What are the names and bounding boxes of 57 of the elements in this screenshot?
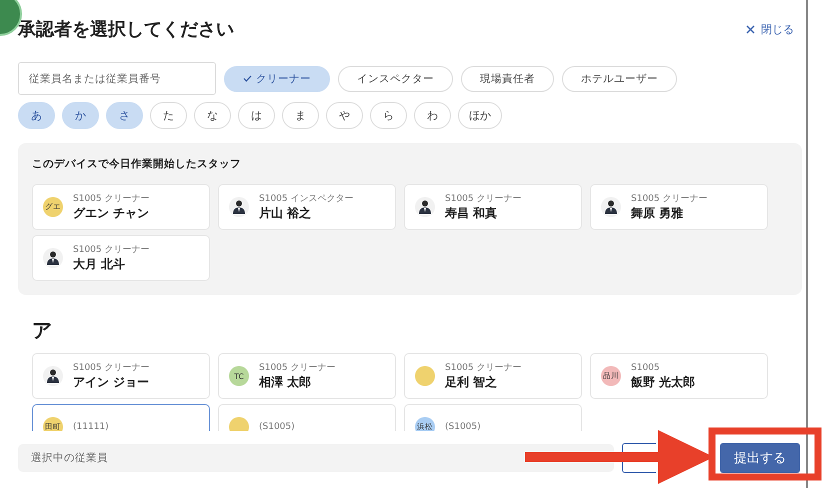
- dialog-title: 承認者を選択してください: [18, 18, 235, 41]
- kana-filter-button[interactable]: は: [238, 102, 275, 129]
- close-icon: [746, 24, 755, 34]
- kana-filter-button[interactable]: ま: [282, 102, 319, 129]
- staff-card[interactable]: S1005 インスペクター 片山 裕之: [218, 184, 396, 230]
- person-icon: [229, 197, 249, 217]
- staff-meta: S1005 クリーナー: [445, 362, 522, 374]
- staff-name: グエン チャン: [73, 205, 150, 221]
- staff-name: 寿昌 和真: [445, 205, 498, 221]
- kana-filter-button[interactable]: た: [150, 102, 187, 129]
- staff-card[interactable]: S1005 クリーナー 大月 北斗: [32, 235, 210, 281]
- panel-heading: このデバイスで今日作業開始したスタッフ: [32, 157, 242, 171]
- staff-card[interactable]: (S1005): [218, 404, 396, 431]
- kana-filter-button[interactable]: ほか: [458, 102, 502, 129]
- staff-meta: (11111): [73, 421, 109, 431]
- role-filter-chip[interactable]: クリーナー: [224, 66, 330, 92]
- selected-employee-field[interactable]: 選択中の従業員: [18, 444, 614, 472]
- role-filter-chip[interactable]: 現場責任者: [461, 66, 554, 92]
- staff-name: 飯野 光太郎: [631, 374, 696, 390]
- staff-meta: S1005: [631, 362, 661, 374]
- staff-name: 片山 裕之: [259, 205, 312, 221]
- kana-filter-button[interactable]: わ: [414, 102, 451, 129]
- staff-meta: S1005 クリーナー: [259, 362, 336, 374]
- staff-name: 足利 智之: [445, 374, 498, 390]
- staff-card[interactable]: S1005 クリーナー 舞原 勇雅: [590, 184, 768, 230]
- staff-card[interactable]: S1005 クリーナー 足利 智之: [404, 353, 582, 399]
- staff-card[interactable]: S1005 クリーナー 寿昌 和真: [404, 184, 582, 230]
- close-button[interactable]: 閉じる: [742, 18, 798, 40]
- kana-filter-button[interactable]: か: [62, 102, 99, 129]
- person-icon: [415, 197, 435, 217]
- check-icon: [243, 75, 252, 82]
- kana-filter-button[interactable]: や: [326, 102, 363, 129]
- search-field[interactable]: 従業員名または従業員番号: [18, 62, 216, 95]
- staff-meta: (S1005): [259, 421, 295, 431]
- staff-meta: S1005 クリーナー: [73, 244, 150, 256]
- kana-filter-button[interactable]: な: [194, 102, 231, 129]
- staff-meta: S1005 クリーナー: [73, 362, 150, 374]
- staff-meta: S1005 インスペクター: [259, 193, 354, 205]
- person-icon: [43, 248, 63, 268]
- kana-filter-button[interactable]: ら: [370, 102, 407, 129]
- staff-meta: S1005 クリーナー: [631, 193, 708, 205]
- staff-card[interactable]: S1005 クリーナー アイン ジョー: [32, 353, 210, 399]
- person-icon: [43, 366, 63, 386]
- staff-meta: (S1005): [445, 421, 481, 431]
- staff-name: アイン ジョー: [73, 374, 150, 390]
- person-icon: [601, 197, 621, 217]
- submit-button[interactable]: 提出する: [720, 443, 800, 473]
- role-filter-chip[interactable]: インスペクター: [338, 66, 453, 92]
- kana-filter-button[interactable]: あ: [18, 102, 55, 129]
- kana-filter-button[interactable]: さ: [106, 102, 143, 129]
- staff-name: 大月 北斗: [73, 256, 126, 272]
- staff-name: 舞原 勇雅: [631, 205, 684, 221]
- staff-meta: S1005 クリーナー: [73, 193, 150, 205]
- staff-meta: S1005 クリーナー: [445, 193, 522, 205]
- section-heading: ア: [32, 317, 53, 344]
- staff-name: 相澤 太郎: [259, 374, 312, 390]
- role-filter-chip[interactable]: ホテルユーザー: [562, 66, 677, 92]
